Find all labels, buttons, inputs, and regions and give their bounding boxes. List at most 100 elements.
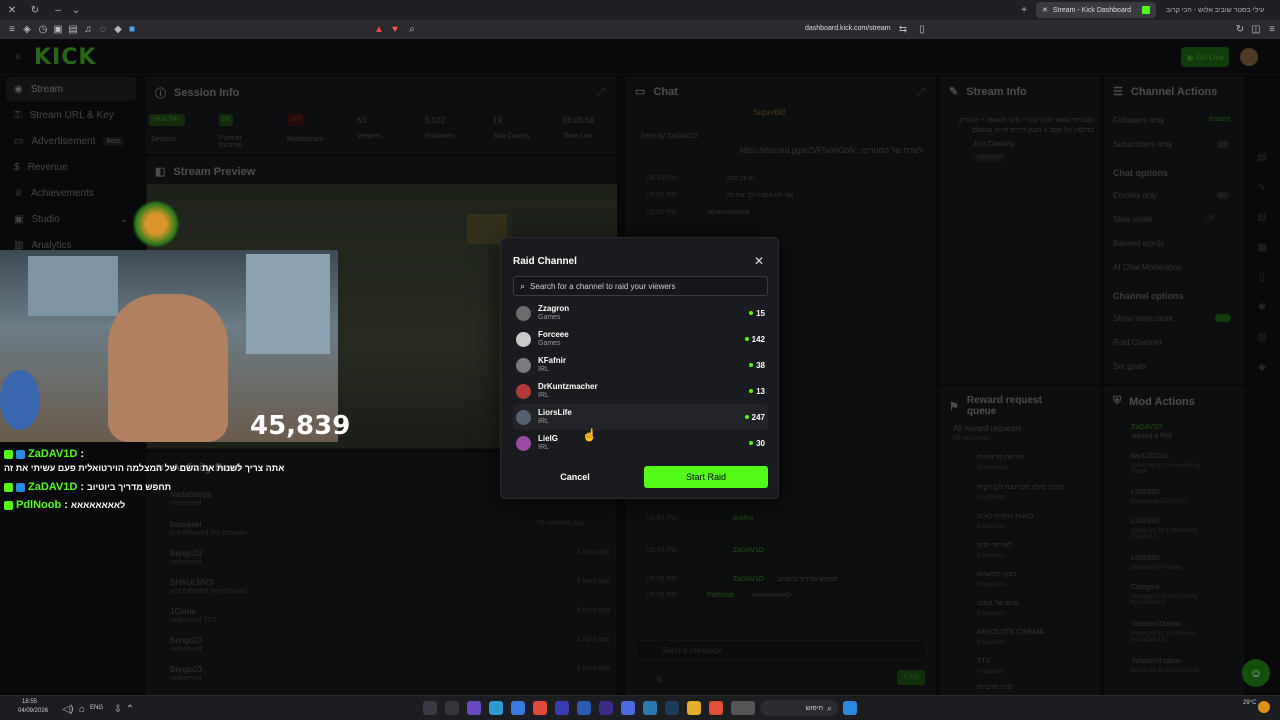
calculator-icon[interactable]	[643, 701, 657, 715]
live-dot-icon	[744, 337, 749, 341]
channel-category: IRL	[538, 444, 549, 451]
channel-avatar	[516, 331, 531, 347]
bookmark-icon[interactable]: ▯	[914, 21, 930, 37]
overlay-chat-message: PdlNoob : לאאאאאאאא	[4, 499, 125, 511]
sprite-character	[132, 200, 180, 248]
channel-name: Zzagron	[538, 304, 570, 313]
verified-badge-icon	[16, 449, 25, 459]
file-explorer-icon[interactable]	[687, 701, 701, 715]
channel-avatar	[516, 435, 531, 451]
chrome-icon[interactable]	[533, 701, 547, 715]
channel-name: KFafnir	[538, 356, 566, 365]
tab-youtube[interactable]: עילי בסטר שוביב אלוש - הכי קרוב	[1160, 2, 1278, 18]
widget-icon[interactable]	[731, 701, 755, 715]
tabs-icon[interactable]: ▣	[50, 21, 66, 37]
clock-date[interactable]: 04/09/2026	[18, 708, 48, 714]
taskbar-search-label: חיפוש	[805, 704, 823, 712]
plush-toy	[0, 370, 40, 430]
raid-channel-item[interactable]: LieIG IRL 30	[513, 430, 768, 456]
weather-sun-icon[interactable]	[1258, 701, 1270, 713]
raid-channel-item[interactable]: KFafnir IRL 38	[513, 352, 768, 378]
chat-bubble-icon[interactable]: ◌	[95, 21, 111, 37]
raid-search-input[interactable]	[530, 281, 761, 291]
obs-icon[interactable]	[467, 701, 481, 715]
url-text[interactable]: dashboard.kick.com/stream	[805, 25, 891, 32]
raid-channel-modal: Raid Channel ✕ ⌕ ZzagronGames 15 Forceee…	[500, 237, 779, 499]
sync-icon[interactable]: ↻	[27, 2, 43, 18]
network-icon[interactable]: ⌂	[74, 701, 90, 717]
channel-viewers: 15	[756, 308, 765, 318]
cancel-button[interactable]: Cancel	[513, 466, 637, 488]
kick-favicon-icon	[1142, 6, 1150, 14]
browser-tab-bar: ✕ ↻ – ⌄ + ✕ Stream - Kick Dashboard עילי…	[0, 0, 1280, 20]
language-indicator[interactable]: ENG	[90, 705, 103, 711]
after-effects-icon[interactable]	[555, 701, 569, 715]
music-icon[interactable]: ♫	[80, 21, 96, 37]
copilot-icon[interactable]	[423, 701, 437, 715]
close-icon[interactable]: ✕	[752, 254, 766, 268]
weather-temp[interactable]: 29°C	[1243, 700, 1256, 706]
overlay-viewer-count: 45,839	[250, 411, 351, 441]
raid-search-field[interactable]: ⌕	[513, 276, 768, 296]
browser-address-bar: ≡ ◈ ◷ ▣ ▤ ♫ ◌ ◆ ■ ▲ ♥ ⌕ dashboard.kick.c…	[0, 20, 1280, 39]
reader-icon[interactable]: ▤	[65, 21, 81, 37]
terminal-icon[interactable]	[445, 701, 459, 715]
channel-category: IRL	[538, 392, 549, 399]
minimize-icon[interactable]: –	[50, 2, 66, 18]
channel-avatar	[516, 409, 531, 425]
shield-icon[interactable]: ◈	[19, 21, 35, 37]
history-icon[interactable]: ◷	[35, 21, 51, 37]
channel-viewers: 13	[756, 386, 765, 396]
translate-icon[interactable]: ⇆	[895, 21, 911, 37]
os-taskbar: 18:55 04/09/2026 ◁) ⌂ ENG ⇩ ⌃ חיפוש ⌕ 29…	[0, 695, 1280, 720]
brave-icon[interactable]: ♥	[387, 21, 403, 37]
tab-label: עילי בסטר שוביב אלוש - הכי קרוב	[1166, 6, 1265, 14]
clock-time[interactable]: 18:55	[22, 699, 37, 705]
overlay-chat-text: תחפש מדריך ביוטיוב	[86, 482, 172, 492]
taskbar-search[interactable]: חיפוש ⌕	[760, 700, 838, 716]
verified-badge-icon	[16, 482, 25, 492]
mod-badge-icon	[4, 449, 13, 459]
modal-title: Raid Channel	[513, 256, 577, 267]
more-icon[interactable]: ≡	[1264, 21, 1280, 37]
discord-icon[interactable]	[621, 701, 635, 715]
extension-icon[interactable]: ■	[124, 21, 140, 37]
warning-icon[interactable]: ▲	[371, 21, 387, 37]
channel-name: Forceee	[538, 330, 569, 339]
raid-channel-item-hovered[interactable]: LiorsLife IRL 247	[513, 404, 768, 430]
live-dot-icon	[744, 415, 749, 419]
raid-channel-item[interactable]: DrKuntzmacher IRL 13	[513, 378, 768, 404]
menu-icon[interactable]: ≡	[4, 21, 20, 37]
channel-category: Games	[538, 340, 561, 347]
brave-browser-icon[interactable]	[709, 701, 723, 715]
mod-badge-icon	[4, 482, 13, 492]
search-icon[interactable]: ⌕	[404, 21, 420, 37]
close-icon[interactable]: ✕	[4, 2, 20, 18]
start-raid-button[interactable]: Start Raid	[644, 466, 768, 488]
chevron-down-icon[interactable]: ⌄	[68, 2, 84, 18]
wallet-icon[interactable]: ◫	[1248, 21, 1264, 37]
word-icon[interactable]	[577, 701, 591, 715]
overlay-chat-user: PdlNoob	[16, 499, 62, 511]
window-blinds	[246, 254, 330, 354]
edge-icon[interactable]	[489, 701, 503, 715]
reload-icon[interactable]: ↻	[1232, 21, 1248, 37]
tab-kick-dashboard[interactable]: ✕ Stream - Kick Dashboard	[1036, 2, 1156, 18]
live-dot-icon	[749, 441, 754, 445]
raid-channel-item[interactable]: Zzagron Games 15	[513, 300, 768, 326]
new-tab-icon[interactable]: +	[1016, 2, 1032, 18]
steam-icon[interactable]	[665, 701, 679, 715]
tab-label: Stream - Kick Dashboard	[1052, 6, 1132, 14]
windows-start-icon[interactable]	[843, 701, 857, 715]
chevron-up-icon[interactable]: ⌃	[122, 701, 138, 717]
raid-channel-item[interactable]: Forceee Games 142	[513, 326, 768, 352]
live-dot-icon	[749, 311, 754, 315]
channel-name: LiorsLife	[538, 408, 572, 417]
channel-viewers: 38	[756, 360, 765, 370]
overlay-chat-text: לאאאאאאאא	[70, 500, 126, 510]
channel-avatar	[516, 305, 531, 321]
channel-name: LieIG	[538, 434, 559, 443]
bluetooth-icon[interactable]	[511, 701, 525, 715]
premiere-icon[interactable]	[599, 701, 613, 715]
close-icon[interactable]: ✕	[1042, 6, 1048, 14]
